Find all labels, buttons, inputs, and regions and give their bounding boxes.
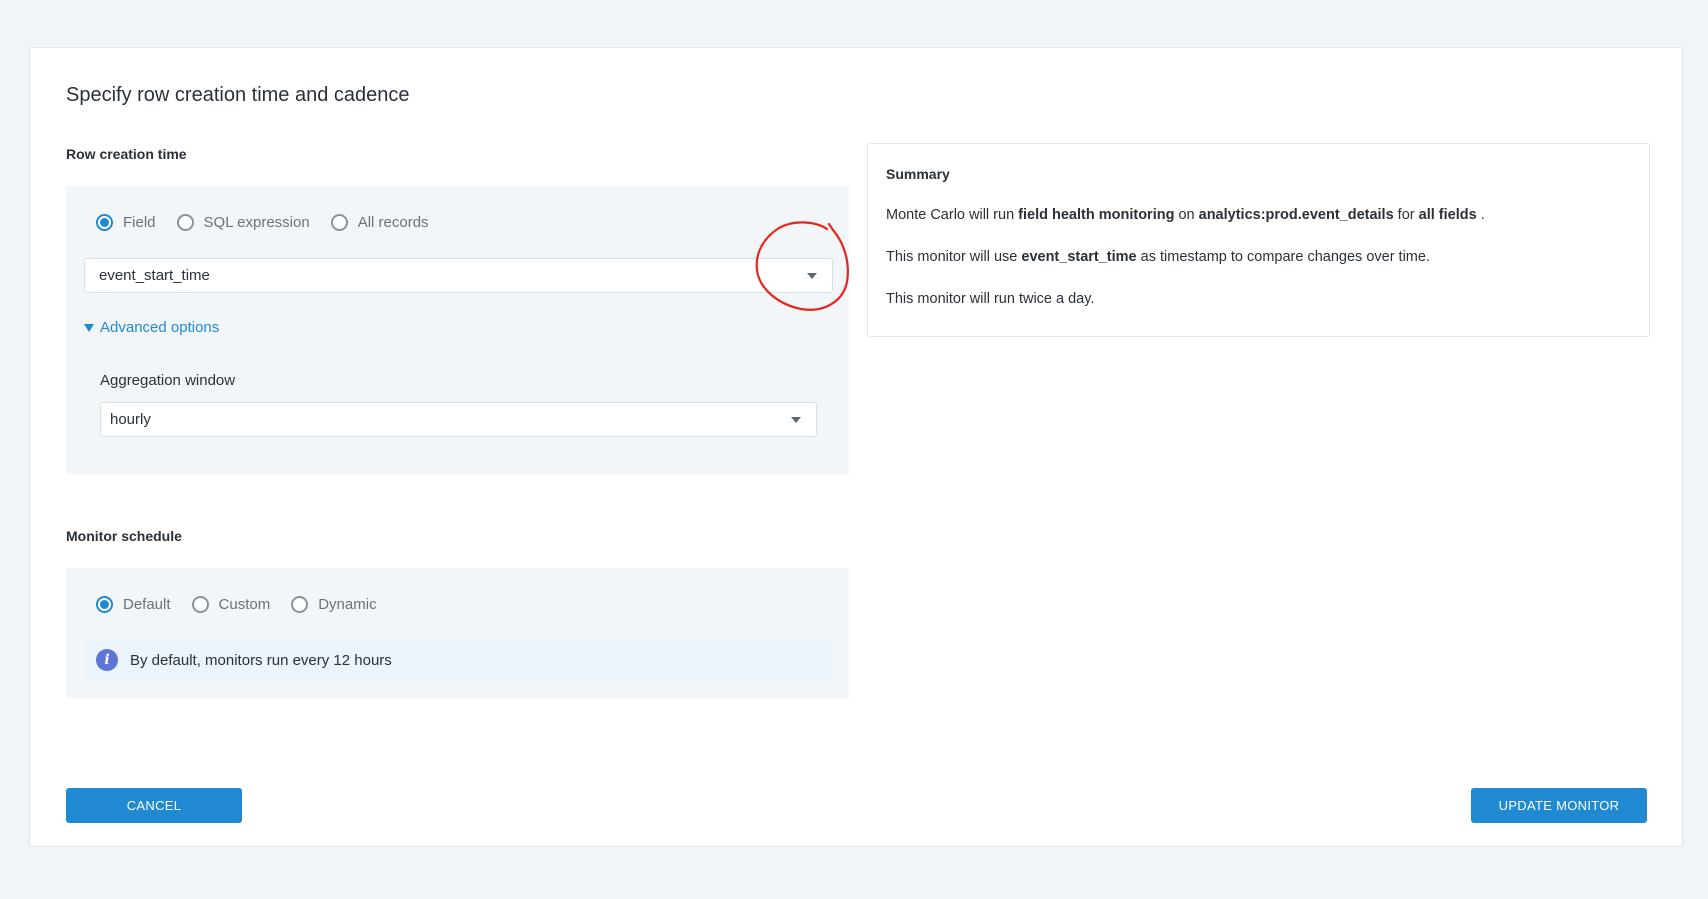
row-creation-radio-group: Field SQL expression All records	[96, 214, 450, 231]
update-monitor-button[interactable]: UPDATE MONITOR	[1471, 788, 1647, 823]
radio-dynamic-dot[interactable]	[291, 596, 309, 613]
radio-sql-expression-label: SQL expression	[203, 214, 310, 231]
summary-title: Summary	[886, 166, 950, 182]
radio-dynamic[interactable]: Dynamic	[291, 596, 377, 613]
radio-field[interactable]: Field	[96, 214, 156, 231]
summary-table-name: analytics:prod.event_details	[1198, 207, 1394, 223]
monitor-schedule-panel: Default Custom Dynamic i By default, mon…	[66, 568, 849, 698]
summary-panel: Summary Monte Carlo will run field healt…	[867, 143, 1650, 337]
radio-default-dot[interactable]	[96, 596, 113, 613]
radio-all-records-dot[interactable]	[330, 214, 348, 231]
summary-timestamp-field: event_start_time	[1021, 249, 1137, 265]
chevron-down-icon[interactable]	[807, 272, 817, 279]
radio-custom[interactable]: Custom	[191, 596, 271, 613]
advanced-options-label: Advanced options	[100, 319, 220, 336]
page-title: Specify row creation time and cadence	[66, 84, 410, 106]
radio-field-label: Field	[123, 214, 156, 231]
monitor-config-card: Specify row creation time and cadence Ro…	[29, 47, 1683, 847]
radio-default[interactable]: Default	[96, 596, 171, 613]
summary-text: on	[1174, 207, 1199, 223]
schedule-info-box: i By default, monitors run every 12 hour…	[84, 638, 832, 682]
summary-monitor-type: field health monitoring	[1018, 207, 1175, 223]
field-select-value: event_start_time	[99, 267, 210, 284]
summary-text: Monte Carlo will run	[886, 207, 1019, 223]
cancel-button[interactable]: CANCEL	[66, 788, 242, 823]
chevron-down-icon[interactable]	[791, 416, 801, 423]
schedule-radio-group: Default Custom Dynamic	[96, 596, 398, 613]
info-icon: i	[96, 649, 118, 671]
summary-line-2: This monitor will use event_start_time a…	[886, 249, 1430, 265]
aggregation-window-value: hourly	[110, 411, 151, 428]
radio-all-records-label: All records	[357, 214, 429, 231]
field-select[interactable]: event_start_time	[84, 258, 833, 293]
radio-custom-dot[interactable]	[191, 596, 209, 613]
radio-all-records[interactable]: All records	[330, 214, 429, 231]
radio-custom-label: Custom	[218, 596, 271, 613]
radio-default-label: Default	[123, 596, 171, 613]
summary-text: This monitor will use	[886, 249, 1022, 265]
summary-text: for	[1393, 207, 1419, 223]
schedule-info-text: By default, monitors run every 12 hours	[130, 651, 392, 669]
advanced-options-toggle[interactable]: Advanced options	[84, 319, 219, 336]
summary-text: .	[1476, 207, 1485, 223]
summary-line-1: Monte Carlo will run field health monito…	[886, 207, 1485, 223]
aggregation-window-label: Aggregation window	[100, 372, 236, 389]
triangle-down-icon	[84, 323, 94, 332]
radio-sql-expression[interactable]: SQL expression	[176, 214, 310, 231]
radio-field-dot[interactable]	[96, 214, 113, 231]
row-creation-panel: Field SQL expression All records event_s…	[66, 186, 849, 474]
summary-line-3: This monitor will run twice a day.	[886, 291, 1095, 307]
summary-fields: all fields	[1418, 207, 1477, 223]
radio-dynamic-label: Dynamic	[318, 596, 377, 613]
radio-sql-expression-dot[interactable]	[176, 214, 194, 231]
monitor-schedule-label: Monitor schedule	[66, 528, 182, 544]
row-creation-label: Row creation time	[66, 146, 187, 162]
aggregation-window-select[interactable]: hourly	[100, 402, 817, 437]
summary-text: as timestamp to compare changes over tim…	[1136, 249, 1430, 265]
